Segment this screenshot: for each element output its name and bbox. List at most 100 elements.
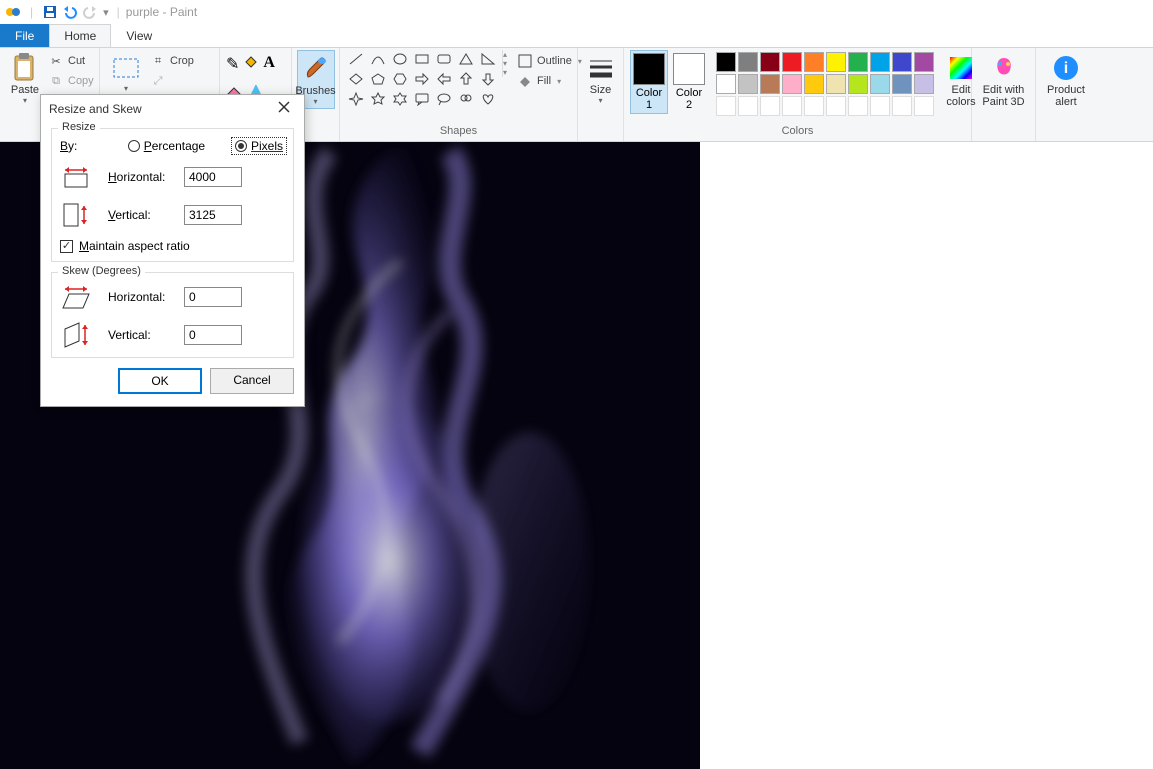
palette-swatch[interactable]: [914, 52, 934, 72]
close-button[interactable]: [272, 101, 296, 116]
size-button[interactable]: Size▾: [582, 50, 620, 107]
resize-button[interactable]: ⤢: [148, 72, 196, 90]
skew-vertical-label: Vertical:: [108, 328, 178, 342]
palette-swatch[interactable]: [892, 74, 912, 94]
shape-callout-cloud[interactable]: [456, 90, 476, 108]
resize-icon: ⤢: [150, 73, 166, 89]
shape-triangle-right[interactable]: [478, 50, 498, 68]
group-label-shapes: Shapes: [346, 125, 571, 139]
color-palette[interactable]: [716, 52, 934, 116]
palette-swatch[interactable]: [870, 74, 890, 94]
crop-button[interactable]: ⌗Crop: [148, 52, 196, 70]
shapes-expand[interactable]: ▾: [503, 68, 507, 77]
shape-arrow-left[interactable]: [434, 70, 454, 88]
shape-curve[interactable]: [368, 50, 388, 68]
fill-button[interactable]: Fill▾: [515, 72, 584, 90]
shape-roundrect[interactable]: [434, 50, 454, 68]
shape-arrow-right[interactable]: [412, 70, 432, 88]
shape-arrow-up[interactable]: [456, 70, 476, 88]
palette-swatch[interactable]: [738, 52, 758, 72]
resize-horizontal-input[interactable]: [184, 167, 242, 187]
shape-hexagon[interactable]: [390, 70, 410, 88]
color2-button[interactable]: Color 2: [670, 50, 708, 114]
radio-pixels[interactable]: Pixels: [233, 139, 285, 153]
palette-swatch[interactable]: [716, 74, 736, 94]
palette-swatch[interactable]: [804, 96, 824, 116]
palette-swatch[interactable]: [782, 96, 802, 116]
palette-swatch[interactable]: [826, 96, 846, 116]
shape-line[interactable]: [346, 50, 366, 68]
outline-button[interactable]: Outline▾: [515, 52, 584, 70]
shapes-scroll-up[interactable]: ▴: [503, 50, 507, 59]
palette-swatch[interactable]: [716, 52, 736, 72]
redo-icon[interactable]: [81, 3, 99, 21]
select-button[interactable]: ▾: [106, 50, 146, 95]
shape-rect[interactable]: [412, 50, 432, 68]
shape-polygon[interactable]: [456, 50, 476, 68]
palette-swatch[interactable]: [782, 74, 802, 94]
palette-swatch[interactable]: [914, 96, 934, 116]
copy-button[interactable]: ⧉Copy: [46, 72, 96, 90]
shape-pentagon[interactable]: [368, 70, 388, 88]
shape-callout-rect[interactable]: [412, 90, 432, 108]
skew-horizontal-input[interactable]: [184, 287, 242, 307]
shape-oval[interactable]: [390, 50, 410, 68]
skew-h-icon: [60, 283, 92, 311]
size-icon: [585, 52, 617, 84]
fill-icon[interactable]: [243, 54, 259, 75]
shape-star5[interactable]: [368, 90, 388, 108]
cancel-button[interactable]: Cancel: [210, 368, 294, 394]
palette-swatch[interactable]: [848, 52, 868, 72]
save-icon[interactable]: [41, 3, 59, 21]
palette-swatch[interactable]: [782, 52, 802, 72]
palette-swatch[interactable]: [738, 74, 758, 94]
dialog-titlebar[interactable]: Resize and Skew: [41, 95, 304, 122]
ok-button[interactable]: OK: [118, 368, 202, 394]
maintain-aspect-checkbox[interactable]: Maintain aspect ratio: [60, 239, 190, 253]
shapes-gallery[interactable]: [346, 50, 498, 108]
resize-vertical-input[interactable]: [184, 205, 242, 225]
palette-swatch[interactable]: [760, 96, 780, 116]
palette-swatch[interactable]: [870, 52, 890, 72]
palette-swatch[interactable]: [760, 52, 780, 72]
palette-swatch[interactable]: [738, 96, 758, 116]
close-icon: [278, 101, 290, 113]
palette-swatch[interactable]: [870, 96, 890, 116]
product-alert-button[interactable]: i Product alert: [1042, 50, 1090, 110]
app-icon: [4, 3, 22, 21]
palette-swatch[interactable]: [892, 52, 912, 72]
tab-home[interactable]: Home: [49, 24, 111, 47]
shape-arrow-down[interactable]: [478, 70, 498, 88]
shape-star6[interactable]: [390, 90, 410, 108]
shape-heart[interactable]: [478, 90, 498, 108]
palette-swatch[interactable]: [826, 52, 846, 72]
palette-swatch[interactable]: [892, 96, 912, 116]
palette-swatch[interactable]: [716, 96, 736, 116]
palette-swatch[interactable]: [848, 74, 868, 94]
tab-view[interactable]: View: [111, 24, 167, 47]
undo-icon[interactable]: [61, 3, 79, 21]
paint3d-button[interactable]: Edit with Paint 3D: [978, 50, 1029, 110]
ribbon-tabs: File Home View: [0, 24, 1153, 48]
tab-file[interactable]: File: [0, 24, 49, 47]
shape-diamond[interactable]: [346, 70, 366, 88]
palette-swatch[interactable]: [804, 74, 824, 94]
shapes-scroll-down[interactable]: ▾: [503, 59, 507, 68]
paste-button[interactable]: Paste▾: [6, 50, 44, 107]
color1-button[interactable]: Color 1: [630, 50, 668, 114]
skew-vertical-input[interactable]: [184, 325, 242, 345]
cut-button[interactable]: ✂Cut: [46, 52, 96, 70]
radio-percentage[interactable]: Percentage: [128, 139, 205, 153]
scissors-icon: ✂: [48, 53, 64, 69]
pencil-icon[interactable]: ✎: [226, 54, 239, 74]
shape-callout-oval[interactable]: [434, 90, 454, 108]
shape-star4[interactable]: [346, 90, 366, 108]
palette-swatch[interactable]: [914, 74, 934, 94]
palette-swatch[interactable]: [760, 74, 780, 94]
title-bar: | ▾ | purple - Paint: [0, 0, 1153, 24]
palette-swatch[interactable]: [804, 52, 824, 72]
palette-swatch[interactable]: [826, 74, 846, 94]
palette-swatch[interactable]: [848, 96, 868, 116]
crop-icon: ⌗: [150, 53, 166, 69]
text-icon[interactable]: A: [263, 54, 275, 72]
